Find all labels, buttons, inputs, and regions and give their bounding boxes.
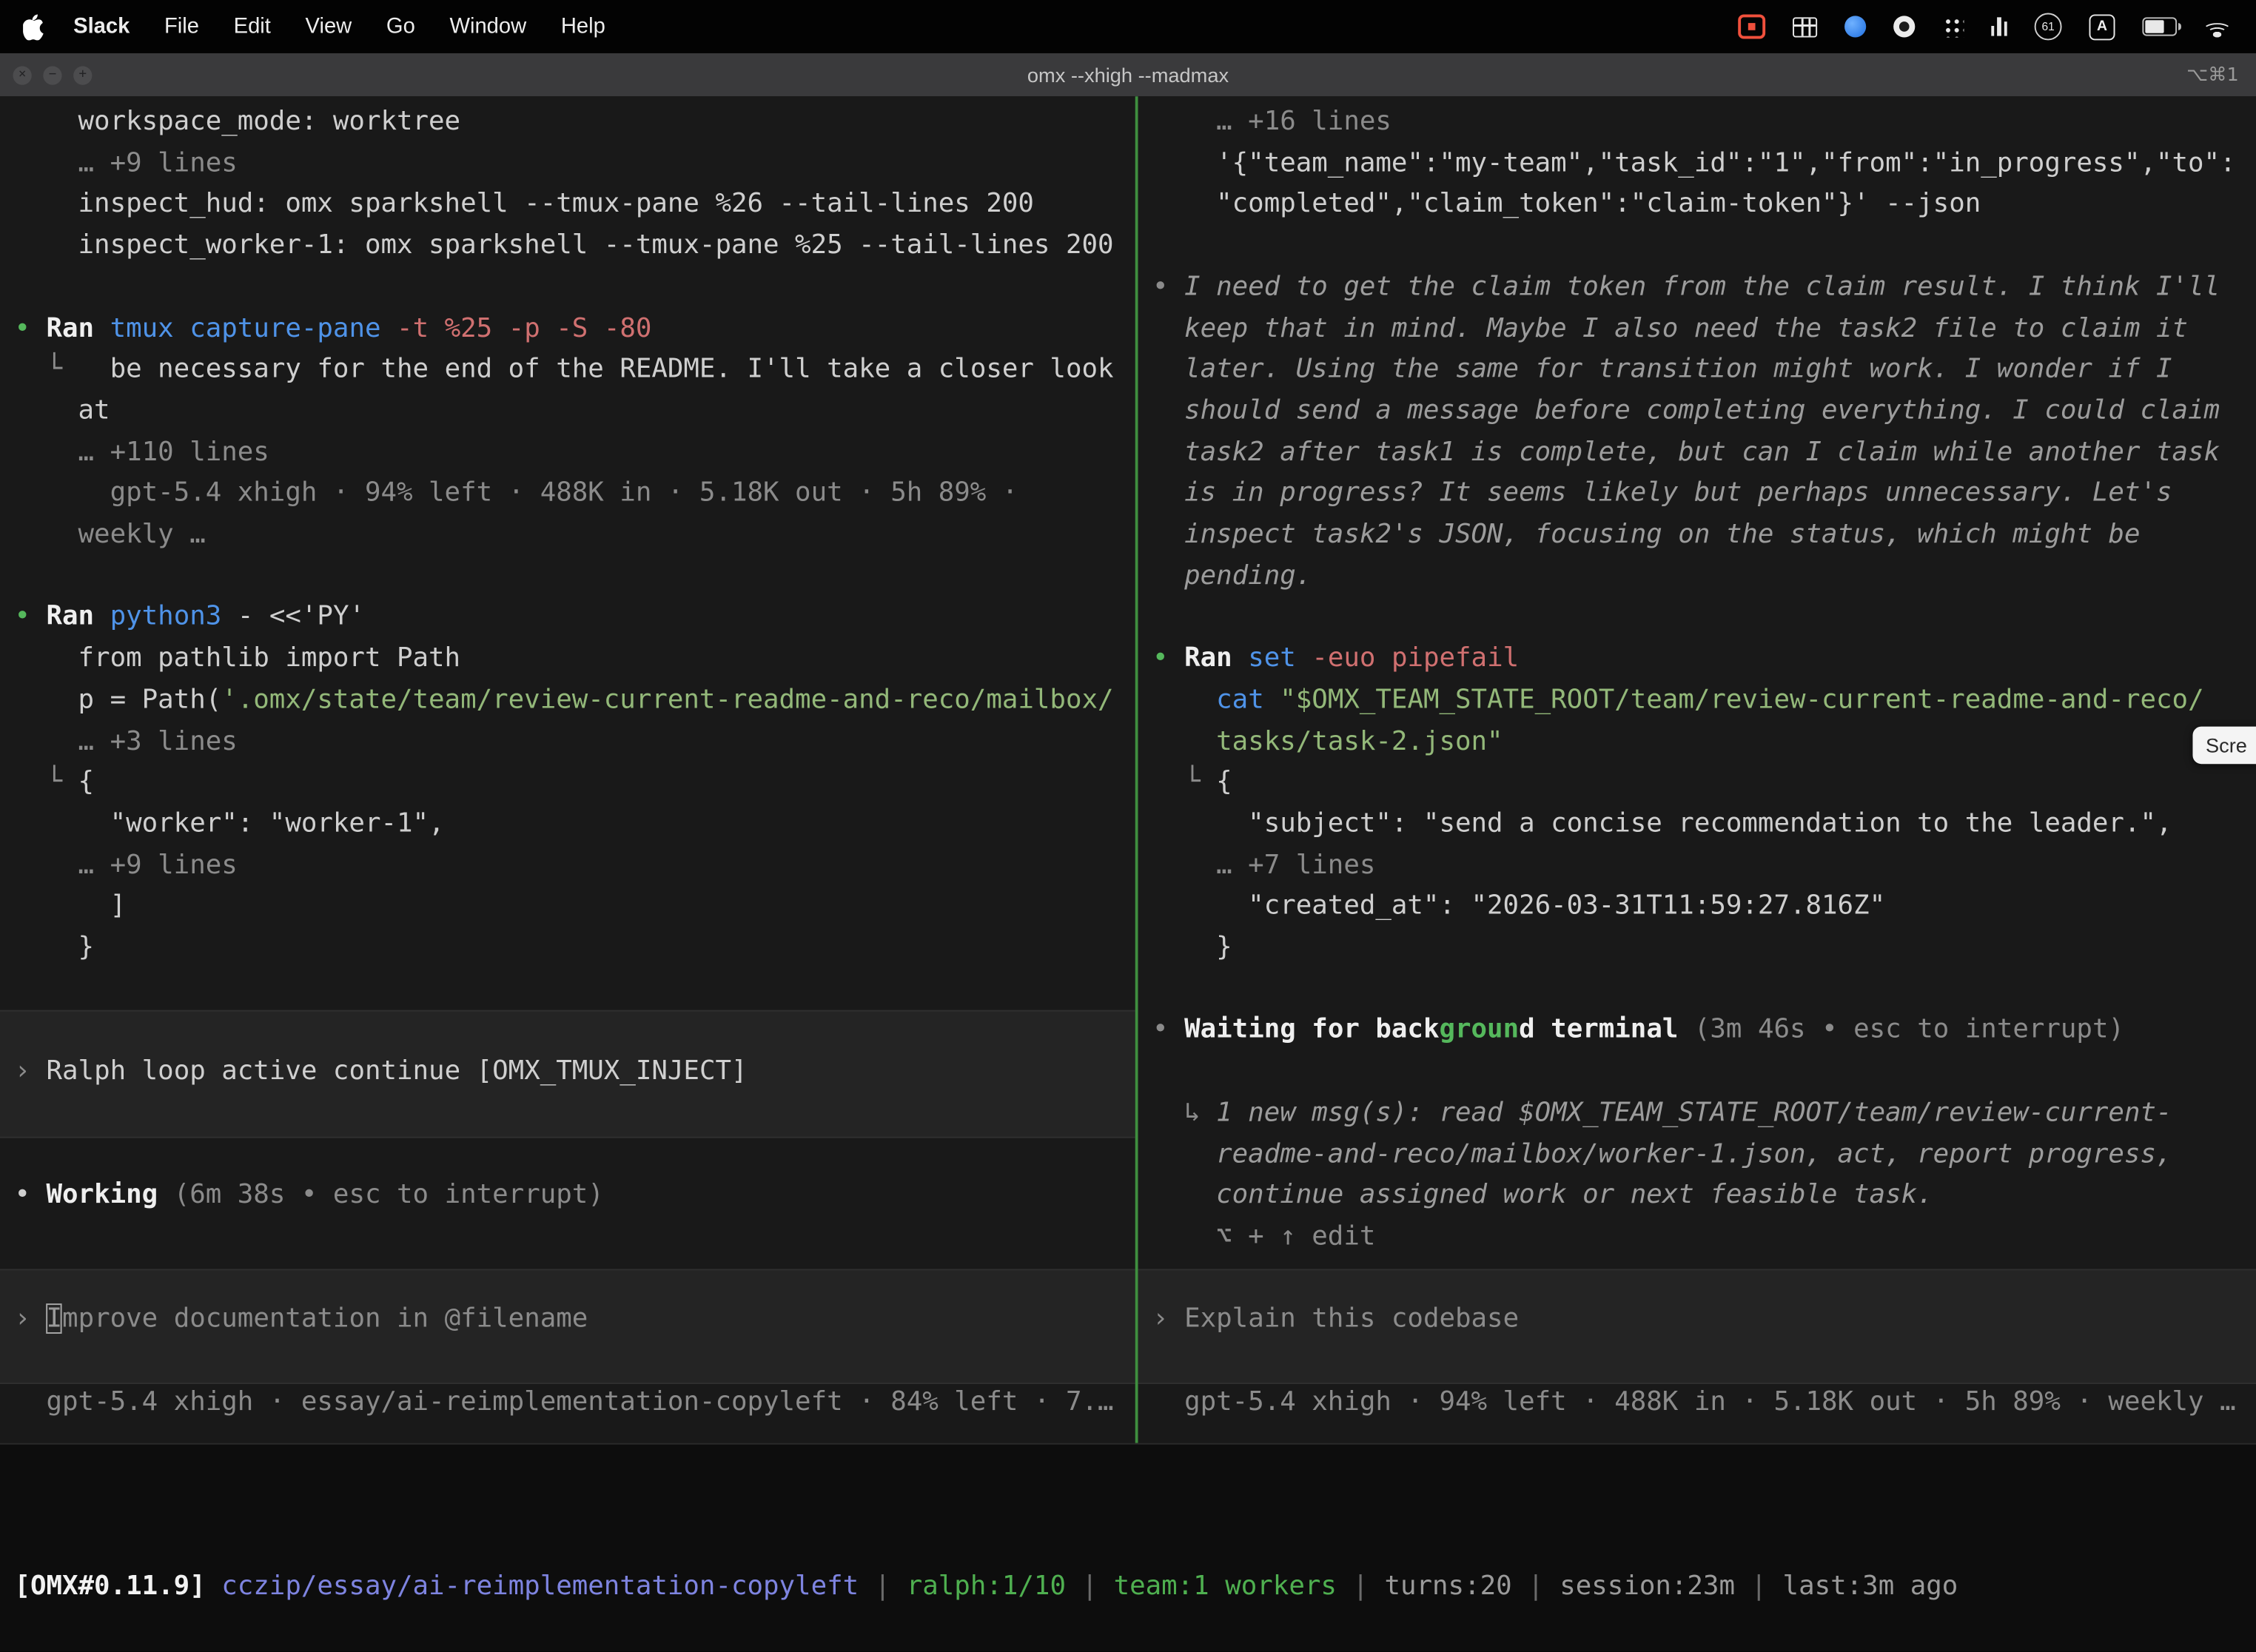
menu-go[interactable]: Go [386, 14, 415, 38]
terminal-line: workspace_mode: worktree [0, 102, 1135, 144]
gauge-61-icon[interactable]: 61 [2035, 13, 2062, 41]
terminal-line: ] [0, 887, 1135, 928]
terminal-line: gpt-5.4 xhigh · 94% left · 488K in · 5.1… [0, 474, 1135, 515]
macos-menu-bar: Slack File Edit View Go Window Help 61 A [0, 0, 2256, 53]
terminal-line: › Improve documentation in @filename [0, 1300, 1135, 1341]
terminal-line: inspect_hud: omx sparkshell --tmux-pane … [0, 185, 1135, 226]
terminal-line: › Explain this codebase [1138, 1300, 2256, 1341]
terminal-line: • Ran python3 - <<'PY' [0, 598, 1135, 639]
terminal-line: • I need to get the claim token from the… [1138, 267, 2256, 309]
terminal-line: ↳ 1 new msg(s): read $OMX_TEAM_STATE_ROO… [1138, 1093, 2256, 1135]
input-source-icon[interactable]: A [2089, 13, 2115, 41]
terminal-line: keep that in mind. Maybe I also need the… [1138, 309, 2256, 350]
battery-icon[interactable] [2142, 13, 2177, 41]
terminal-line [1138, 1052, 2256, 1093]
terminal-line: weekly … [0, 515, 1135, 557]
terminal-line: └ { [0, 763, 1135, 805]
terminal-line: … +9 lines [0, 845, 1135, 887]
terminal-line: "completed","claim_token":"claim-token"}… [1138, 185, 2256, 226]
apple-menu-icon[interactable] [23, 13, 44, 39]
wifi-icon[interactable] [2204, 13, 2230, 41]
active-app-name[interactable]: Slack [73, 14, 130, 38]
screen-record-icon[interactable] [1737, 13, 1765, 41]
terminal-line: } [0, 928, 1135, 970]
terminal-line: "created_at": "2026-03-31T11:59:27.816Z" [1138, 887, 2256, 928]
terminal-line [0, 1341, 1135, 1383]
terminal-line: gpt-5.4 xhigh · essay/ai-reimplementatio… [0, 1383, 1135, 1424]
terminal-line [0, 557, 1135, 598]
terminal-line [1138, 1258, 2256, 1300]
terminal-line: pending. [1138, 557, 2256, 598]
terminal-line: … +16 lines [1138, 102, 2256, 144]
terminal-line: at [0, 392, 1135, 433]
menu-bar-status-icons: 61 A [1737, 13, 2256, 41]
terminal-line: › Ralph loop active continue [OMX_TMUX_I… [0, 1052, 1135, 1093]
terminal-line: … +9 lines [0, 144, 1135, 185]
terminal-line [0, 970, 1135, 1011]
terminal-line: } [1138, 928, 2256, 970]
menu-help[interactable]: Help [561, 14, 605, 38]
terminal-line: … +3 lines [0, 722, 1135, 763]
terminal-line: p = Path('.omx/state/team/review-current… [0, 680, 1135, 722]
terminal-line [0, 267, 1135, 309]
terminal-line: "worker": "worker-1", [0, 805, 1135, 846]
terminal-line [0, 1093, 1135, 1135]
window-title-bar[interactable]: × − + omx --xhigh --madmax ⌥⌘1 [0, 53, 2256, 98]
terminal-line [0, 1217, 1135, 1258]
menu-file[interactable]: File [164, 14, 199, 38]
terminal-line: "subject": "send a concise recommendatio… [1138, 805, 2256, 846]
terminal-line: readme-and-reco/mailbox/worker-1.json, a… [1138, 1135, 2256, 1176]
terminal-line [0, 1135, 1135, 1176]
raycast-icon[interactable] [1844, 13, 1865, 41]
omx-status-line: [OMX#0.11.9] cczip/essay/ai-reimplementa… [14, 1567, 1958, 1608]
terminal-line: cat "$OMX_TEAM_STATE_ROOT/team/review-cu… [1138, 680, 2256, 722]
terminal-body: workspace_mode: worktree … +9 lines insp… [0, 96, 2256, 1651]
grid-icon[interactable] [1792, 13, 1816, 41]
terminal-line: └ be necessary for the end of the README… [0, 350, 1135, 392]
terminal-line [1138, 226, 2256, 267]
terminal-line: should send a message before completing … [1138, 392, 2256, 433]
terminal-line: … +7 lines [1138, 845, 2256, 887]
menu-view[interactable]: View [306, 14, 352, 38]
menu-items: File Edit View Go Window Help [164, 14, 639, 38]
terminal-line: gpt-5.4 xhigh · 94% left · 488K in · 5.1… [1138, 1383, 2256, 1424]
terminal-line: later. Using the same for transition mig… [1138, 350, 2256, 392]
terminal-line [1138, 598, 2256, 639]
terminal-line: inspect task2's JSON, focusing on the st… [1138, 515, 2256, 557]
terminal-line: • Waiting for background terminal (3m 46… [1138, 1011, 2256, 1052]
terminal-line: inspect_worker-1: omx sparkshell --tmux-… [0, 226, 1135, 267]
terminal-pane-right[interactable]: … +16 lines '{"team_name":"my-team","tas… [1138, 96, 2256, 1443]
terminal-line: • Working (6m 38s • esc to interrupt) [0, 1176, 1135, 1218]
window-title: omx --xhigh --madmax [0, 64, 2256, 87]
terminal-line [0, 1011, 1135, 1052]
circle-app-icon[interactable] [1893, 13, 1914, 41]
terminal-line: task2 after task1 is complete, but can I… [1138, 432, 2256, 474]
terminal-line [0, 1258, 1135, 1300]
terminal-pane-left[interactable]: workspace_mode: worktree … +9 lines insp… [0, 96, 1135, 1443]
terminal-line: '{"team_name":"my-team","task_id":"1","f… [1138, 144, 2256, 185]
terminal-line [1138, 1341, 2256, 1383]
terminal-line: └ { [1138, 763, 2256, 805]
terminal-line: • Ran set -euo pipefail [1138, 639, 2256, 680]
screen: Slack File Edit View Go Window Help 61 A × − … [0, 0, 2256, 1652]
terminal-line: continue assigned work or next feasible … [1138, 1176, 2256, 1218]
terminal-line: … +110 lines [0, 432, 1135, 474]
terminal-line [1138, 970, 2256, 1011]
menu-edit[interactable]: Edit [234, 14, 271, 38]
dots-grid-icon[interactable] [1941, 13, 1963, 41]
terminal-line: is in progress? It seems likely but perh… [1138, 474, 2256, 515]
pane-bottom-separator [0, 1443, 2256, 1445]
terminal-line: • Ran tmux capture-pane -t %25 -p -S -80 [0, 309, 1135, 350]
terminal-line: from pathlib import Path [0, 639, 1135, 680]
stats-icon[interactable] [1990, 13, 2007, 41]
terminal-line: ⌥ + ↑ edit [1138, 1217, 2256, 1258]
terminal-line: tasks/task-2.json" [1138, 722, 2256, 763]
menu-window[interactable]: Window [449, 14, 526, 38]
